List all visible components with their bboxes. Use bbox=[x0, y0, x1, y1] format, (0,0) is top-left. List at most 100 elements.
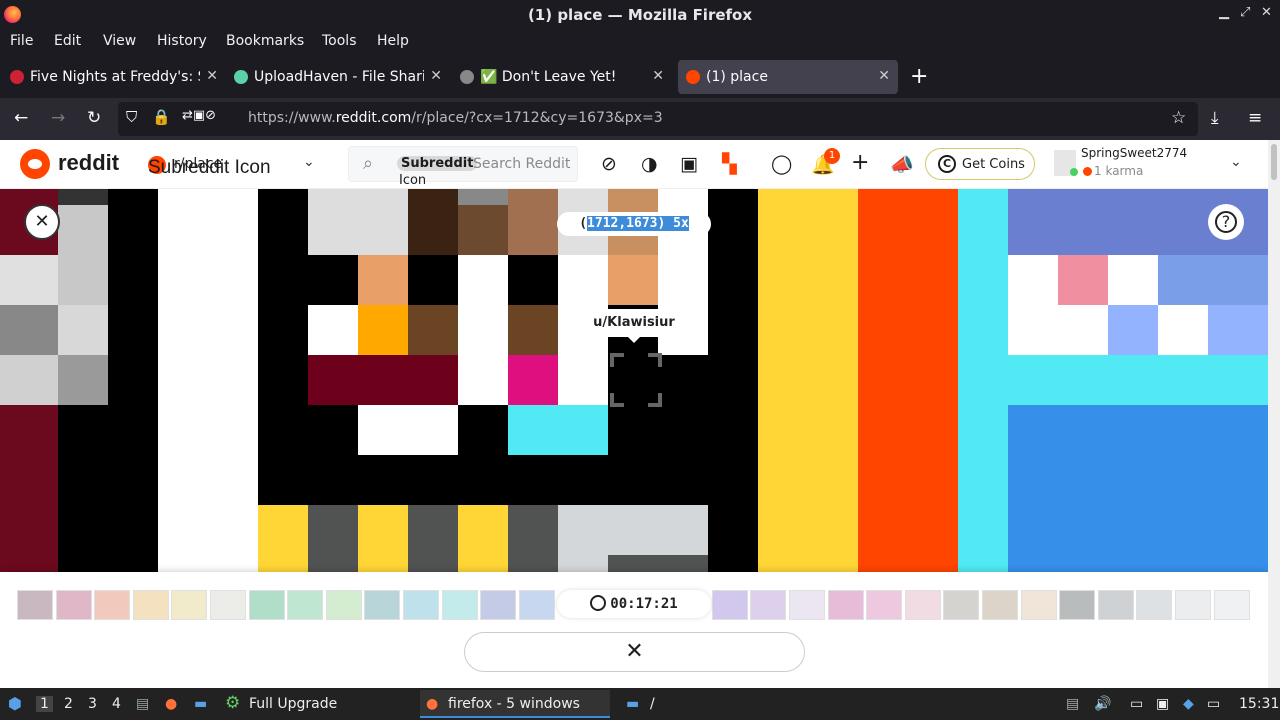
menu-tools[interactable]: Tools bbox=[322, 33, 357, 49]
palette-swatch[interactable] bbox=[441, 590, 478, 620]
palette-swatch[interactable] bbox=[1020, 590, 1057, 620]
palette-swatch[interactable] bbox=[480, 590, 517, 620]
mod-icon[interactable]: ▚ bbox=[722, 153, 737, 175]
place-canvas[interactable]: (1712,1673) 5x u/Klawisiur ✕ ? bbox=[0, 189, 1268, 572]
network-icon[interactable]: ▣ bbox=[1156, 696, 1169, 712]
palette-swatch[interactable] bbox=[287, 590, 324, 620]
clipboard-icon[interactable]: ▤ bbox=[1066, 696, 1079, 712]
palette-swatch[interactable] bbox=[750, 590, 787, 620]
lock-icon[interactable]: 🔒 bbox=[152, 108, 171, 126]
menu-view[interactable]: View bbox=[103, 33, 136, 49]
updates-icon[interactable]: ◆ bbox=[1183, 696, 1194, 712]
rpan-icon[interactable]: ▣ bbox=[680, 153, 698, 175]
workspace-3[interactable]: 3 bbox=[88, 696, 97, 712]
palette-swatch[interactable] bbox=[132, 590, 169, 620]
download-icon[interactable]: ⤓ bbox=[1211, 108, 1219, 128]
palette-swatch[interactable] bbox=[1213, 590, 1250, 620]
notes-icon[interactable]: ▭ bbox=[1130, 696, 1143, 712]
firefox-launcher-icon[interactable]: ● bbox=[165, 696, 177, 712]
close-window-icon[interactable]: ✕ bbox=[1261, 5, 1272, 20]
palette-swatch[interactable] bbox=[827, 590, 864, 620]
palette-swatch[interactable] bbox=[1175, 590, 1211, 620]
workspace-1[interactable]: 1 bbox=[36, 696, 53, 712]
forward-icon[interactable]: → bbox=[51, 108, 65, 128]
folder-task-label[interactable]: / bbox=[650, 696, 655, 712]
workspace-4[interactable]: 4 bbox=[112, 696, 121, 712]
scrollbar-thumb[interactable] bbox=[1271, 144, 1277, 180]
reddit-logo-icon[interactable] bbox=[20, 149, 50, 179]
palette-swatch[interactable] bbox=[171, 590, 208, 620]
search-box[interactable]: ⌕ Subreddit Icon Search Reddit bbox=[348, 146, 578, 188]
volume-icon[interactable]: 🔊 bbox=[1094, 696, 1111, 712]
tab-uploadhaven[interactable]: UploadHaven - File Shari ✕ bbox=[230, 60, 450, 94]
search-input[interactable]: Search Reddit bbox=[473, 156, 570, 172]
get-coins-button[interactable]: C Get Coins bbox=[925, 148, 1035, 180]
palette-swatch[interactable] bbox=[364, 590, 401, 620]
palette-swatch[interactable] bbox=[866, 590, 903, 620]
tab-fnaf[interactable]: Five Nights at Freddy's: S ✕ bbox=[6, 60, 226, 94]
menu-hamburger-icon[interactable]: ≡ bbox=[1248, 108, 1262, 128]
palette-swatch[interactable] bbox=[94, 590, 131, 620]
all-icon[interactable]: ◑ bbox=[641, 153, 658, 175]
full-upgrade-task[interactable]: Full Upgrade bbox=[249, 696, 337, 712]
menu-edit[interactable]: Edit bbox=[54, 33, 81, 49]
menu-file[interactable]: File bbox=[10, 33, 33, 49]
palette-swatch[interactable] bbox=[55, 590, 92, 620]
firefox-task[interactable]: ● firefox - 5 windows bbox=[420, 690, 610, 718]
palette-swatch[interactable] bbox=[17, 590, 53, 620]
menu-help[interactable]: Help bbox=[377, 33, 409, 49]
create-post-icon[interactable]: + bbox=[851, 150, 869, 175]
tab-close-icon[interactable]: ✕ bbox=[878, 68, 890, 84]
folder-icon[interactable]: ▬ bbox=[194, 696, 207, 712]
popular-icon[interactable]: ⊘ bbox=[601, 153, 617, 175]
folder-task-icon[interactable]: ▬ bbox=[626, 696, 639, 712]
advertise-icon[interactable]: 📣 bbox=[890, 153, 914, 176]
canvas-pixel bbox=[0, 305, 58, 355]
gear-icon[interactable]: ⚙ bbox=[225, 693, 240, 713]
palette-swatch[interactable] bbox=[789, 590, 825, 620]
chat-icon[interactable]: ◯ bbox=[771, 153, 792, 175]
battery-icon[interactable]: ▭ bbox=[1207, 696, 1220, 712]
minimize-icon[interactable]: ▁ bbox=[1219, 5, 1229, 20]
palette-swatch[interactable] bbox=[248, 590, 285, 620]
palette-swatch[interactable] bbox=[403, 590, 439, 620]
palette-swatch[interactable] bbox=[982, 590, 1018, 620]
reload-icon[interactable]: ↻ bbox=[87, 108, 101, 128]
maximize-icon[interactable]: ⤢ bbox=[1240, 5, 1250, 20]
workspace-2[interactable]: 2 bbox=[64, 696, 73, 712]
palette-swatch[interactable] bbox=[1059, 590, 1096, 620]
pixel-owner-tooltip[interactable]: u/Klawisiur bbox=[581, 309, 687, 343]
search-subreddit-chip[interactable]: Subreddit bbox=[397, 156, 478, 171]
close-place-button[interactable]: ✕ bbox=[24, 204, 60, 240]
menu-history[interactable]: History bbox=[157, 33, 207, 49]
palette-swatch[interactable] bbox=[210, 590, 246, 620]
cancel-button[interactable]: ✕ bbox=[464, 632, 805, 672]
palette-swatch[interactable] bbox=[1136, 590, 1173, 620]
user-menu[interactable]: SpringSweet2774 1 karma ⌄ bbox=[1054, 146, 1254, 182]
files-icon[interactable]: ▤ bbox=[136, 696, 149, 712]
palette-swatch[interactable] bbox=[943, 590, 980, 620]
help-button[interactable]: ? bbox=[1208, 204, 1244, 240]
menu-bookmarks[interactable]: Bookmarks bbox=[226, 33, 304, 49]
url-bar[interactable]: ⛉ 🔒 ⇄▣⊘ https://www.reddit.com/r/place/?… bbox=[118, 102, 1198, 136]
palette-swatch[interactable] bbox=[711, 590, 748, 620]
palette-swatch[interactable] bbox=[518, 590, 555, 620]
palette-swatch[interactable] bbox=[325, 590, 362, 620]
tab-close-icon[interactable]: ✕ bbox=[430, 68, 442, 84]
tab-close-icon[interactable]: ✕ bbox=[206, 68, 218, 84]
shield-icon[interactable]: ⛉ bbox=[126, 108, 137, 126]
reddit-wordmark[interactable]: reddit bbox=[58, 150, 119, 176]
tab-dont-leave[interactable]: ✅ Don't Leave Yet! ✕ bbox=[456, 60, 672, 94]
chevron-down-icon[interactable]: ⌄ bbox=[303, 154, 315, 170]
bookmark-star-icon[interactable]: ☆ bbox=[1171, 108, 1186, 128]
start-menu-icon[interactable]: ⬢ bbox=[8, 694, 22, 713]
permissions-icon[interactable]: ⇄▣⊘ bbox=[182, 108, 216, 123]
coordinates-pill[interactable]: (1712,1673) 5x bbox=[557, 212, 711, 236]
tab-place[interactable]: (1) place ✕ bbox=[678, 60, 898, 94]
palette-swatch[interactable] bbox=[1097, 590, 1134, 620]
new-tab-icon[interactable]: + bbox=[910, 64, 928, 89]
back-icon[interactable]: ← bbox=[14, 108, 28, 128]
palette-swatch[interactable] bbox=[904, 590, 941, 620]
tab-close-icon[interactable]: ✕ bbox=[652, 68, 664, 84]
page-scrollbar[interactable] bbox=[1268, 140, 1280, 688]
